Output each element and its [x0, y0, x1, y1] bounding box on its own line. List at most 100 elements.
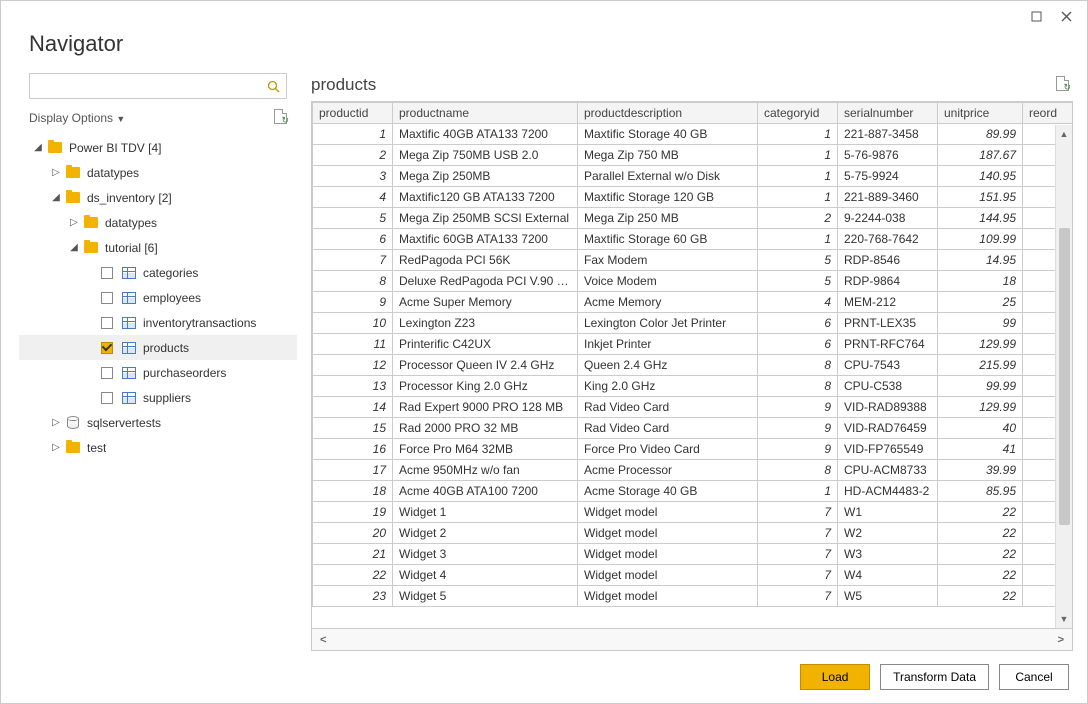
tree-item-sqlservertests[interactable]: ▷ sqlservertests: [19, 410, 297, 435]
cell-productid: 11: [313, 334, 393, 355]
vertical-scrollbar[interactable]: ▲ ▼: [1055, 125, 1072, 628]
tree-item-label: Power BI TDV [4]: [69, 141, 161, 155]
cell-productname: Acme 40GB ATA100 7200: [393, 481, 578, 502]
tree-item-tutorial[interactable]: ◢tutorial [6]: [19, 235, 297, 260]
tree-item-products[interactable]: ▷products: [19, 335, 297, 360]
search-input[interactable]: [36, 75, 267, 97]
table-row[interactable]: 18Acme 40GB ATA100 7200Acme Storage 40 G…: [313, 481, 1073, 502]
column-header-unitprice[interactable]: unitprice: [938, 103, 1023, 124]
cell-serialnumber: 221-887-3458: [838, 124, 938, 145]
tree-item-purchaseorders[interactable]: ▷purchaseorders: [19, 360, 297, 385]
tree-item-datatypes1[interactable]: ▷datatypes: [19, 160, 297, 185]
cell-unitprice: 99: [938, 313, 1023, 334]
cell-productname: Widget 1: [393, 502, 578, 523]
cell-serialnumber: 5-76-9876: [838, 145, 938, 166]
column-header-reord[interactable]: reord: [1023, 103, 1073, 124]
table-row[interactable]: 11Printerific C42UXInkjet Printer6PRNT-R…: [313, 334, 1073, 355]
refresh-button[interactable]: ↻: [274, 109, 287, 127]
table-row[interactable]: 23Widget 5Widget model7W522: [313, 586, 1073, 607]
table-row[interactable]: 10Lexington Z23Lexington Color Jet Print…: [313, 313, 1073, 334]
preview-action-button[interactable]: ↻: [1056, 76, 1069, 94]
horizontal-scrollbar[interactable]: < >: [312, 628, 1072, 650]
table-row[interactable]: 12Processor Queen IV 2.4 GHzQueen 2.4 GH…: [313, 355, 1073, 376]
checkbox[interactable]: [101, 367, 113, 379]
transform-data-button[interactable]: Transform Data: [880, 664, 989, 690]
column-header-serialnumber[interactable]: serialnumber: [838, 103, 938, 124]
cell-productdescription: Mega Zip 750 MB: [578, 145, 758, 166]
table-row[interactable]: 4Maxtific120 GB ATA133 7200Maxtific Stor…: [313, 187, 1073, 208]
table-row[interactable]: 8Deluxe RedPagoda PCI V.90 56KVoice Mode…: [313, 271, 1073, 292]
table-row[interactable]: 2Mega Zip 750MB USB 2.0Mega Zip 750 MB15…: [313, 145, 1073, 166]
cell-productid: 2: [313, 145, 393, 166]
load-button[interactable]: Load: [800, 664, 870, 690]
cell-productdescription: Lexington Color Jet Printer: [578, 313, 758, 334]
cell-unitprice: 144.95: [938, 208, 1023, 229]
table-icon: [121, 291, 137, 305]
cell-productname: Lexington Z23: [393, 313, 578, 334]
tree-item-test[interactable]: ▷ test: [19, 435, 297, 460]
table-row[interactable]: 20Widget 2Widget model7W222: [313, 523, 1073, 544]
column-header-productdescription[interactable]: productdescription: [578, 103, 758, 124]
chevron-expanded-icon[interactable]: ◢: [49, 192, 63, 203]
table-row[interactable]: 21Widget 3Widget model7W322: [313, 544, 1073, 565]
table-row[interactable]: 14Rad Expert 9000 PRO 128 MBRad Video Ca…: [313, 397, 1073, 418]
display-options-dropdown[interactable]: Display Options ▼: [29, 111, 125, 125]
folder-icon: [83, 241, 99, 255]
table-row[interactable]: 19Widget 1Widget model7W122: [313, 502, 1073, 523]
column-header-productname[interactable]: productname: [393, 103, 578, 124]
column-header-productid[interactable]: productid: [313, 103, 393, 124]
tree-item-label: sqlservertests: [87, 416, 161, 430]
cell-productdescription: Mega Zip 250 MB: [578, 208, 758, 229]
tree-item-employees[interactable]: ▷employees: [19, 285, 297, 310]
checkbox[interactable]: [101, 267, 113, 279]
grid-scroll[interactable]: productidproductnameproductdescriptionca…: [312, 102, 1072, 628]
page-title: Navigator: [29, 31, 1069, 57]
search-icon[interactable]: [267, 80, 280, 93]
chevron-collapsed-icon[interactable]: ▷: [49, 417, 63, 428]
tree-item-label: test: [87, 441, 106, 455]
cell-productdescription: Acme Processor: [578, 460, 758, 481]
cell-productid: 3: [313, 166, 393, 187]
table-row[interactable]: 15Rad 2000 PRO 32 MBRad Video Card9VID-R…: [313, 418, 1073, 439]
table-row[interactable]: 17Acme 950MHz w/o fanAcme Processor8CPU-…: [313, 460, 1073, 481]
checkbox[interactable]: [101, 392, 113, 404]
table-row[interactable]: 9Acme Super MemoryAcme Memory4MEM-21225: [313, 292, 1073, 313]
close-button[interactable]: [1051, 4, 1081, 28]
folder-icon: [65, 191, 81, 205]
folder-icon: [65, 166, 81, 180]
cell-productdescription: Maxtific Storage 120 GB: [578, 187, 758, 208]
chevron-expanded-icon[interactable]: ◢: [31, 142, 45, 153]
table-row[interactable]: 16Force Pro M64 32MBForce Pro Video Card…: [313, 439, 1073, 460]
tree-item-inventorytransactions[interactable]: ▷inventorytransactions: [19, 310, 297, 335]
restore-button[interactable]: [1021, 4, 1051, 28]
chevron-collapsed-icon[interactable]: ▷: [49, 167, 63, 178]
cell-categoryid: 7: [758, 523, 838, 544]
chevron-collapsed-icon[interactable]: ▷: [67, 217, 81, 228]
cell-productdescription: Parallel External w/o Disk: [578, 166, 758, 187]
table-row[interactable]: 1Maxtific 40GB ATA133 7200Maxtific Stora…: [313, 124, 1073, 145]
chevron-expanded-icon[interactable]: ◢: [67, 242, 81, 253]
checkbox[interactable]: [101, 342, 113, 354]
cell-productid: 21: [313, 544, 393, 565]
tree-item-label: categories: [143, 266, 198, 280]
tree-item-categories[interactable]: ▷categories: [19, 260, 297, 285]
table-row[interactable]: 5Mega Zip 250MB SCSI ExternalMega Zip 25…: [313, 208, 1073, 229]
folder-icon: [65, 441, 81, 455]
column-header-categoryid[interactable]: categoryid: [758, 103, 838, 124]
table-row[interactable]: 3Mega Zip 250MBParallel External w/o Dis…: [313, 166, 1073, 187]
chevron-collapsed-icon[interactable]: ▷: [49, 442, 63, 453]
tree-item-dsinv[interactable]: ◢ds_inventory [2]: [19, 185, 297, 210]
table-row[interactable]: 6Maxtific 60GB ATA133 7200Maxtific Stora…: [313, 229, 1073, 250]
tree-item-datatypes2[interactable]: ▷datatypes: [19, 210, 297, 235]
tree-item-root[interactable]: ◢ Power BI TDV [4]: [19, 135, 297, 160]
table-row[interactable]: 22Widget 4Widget model7W422: [313, 565, 1073, 586]
tree-item-suppliers[interactable]: ▷suppliers: [19, 385, 297, 410]
table-row[interactable]: 13Processor King 2.0 GHzKing 2.0 GHz8CPU…: [313, 376, 1073, 397]
checkbox[interactable]: [101, 292, 113, 304]
cancel-button[interactable]: Cancel: [999, 664, 1069, 690]
scroll-thumb[interactable]: [1059, 228, 1070, 525]
search-box[interactable]: [29, 73, 287, 99]
table-row[interactable]: 7RedPagoda PCI 56KFax Modem5RDP-854614.9…: [313, 250, 1073, 271]
cell-unitprice: 39.99: [938, 460, 1023, 481]
checkbox[interactable]: [101, 317, 113, 329]
